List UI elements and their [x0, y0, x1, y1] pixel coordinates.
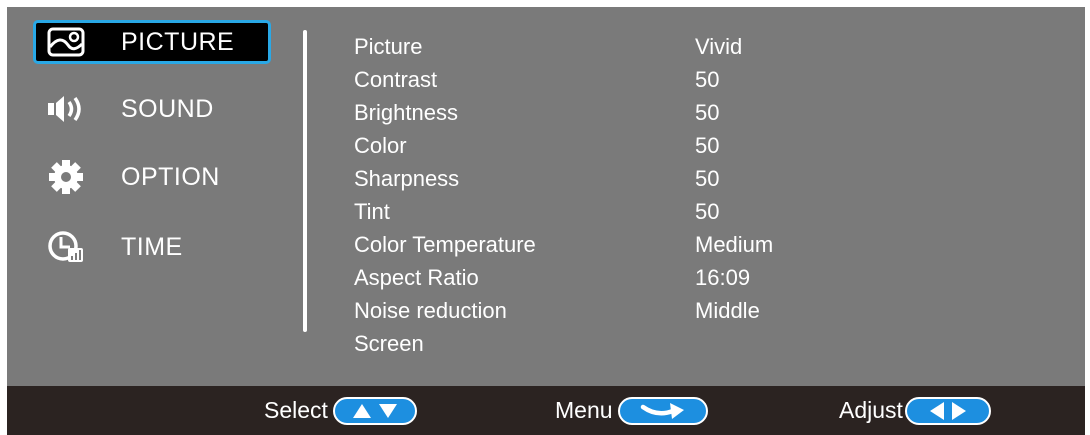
return-arrow-icon: [640, 402, 684, 419]
sidebar-item-time[interactable]: TIME: [33, 225, 271, 269]
setting-row-sharpness[interactable]: Sharpness 50: [354, 162, 773, 195]
setting-label: Tint: [354, 199, 390, 225]
setting-label: Brightness: [354, 99, 458, 125]
setting-row-color-temperature[interactable]: Color Temperature Medium: [354, 229, 773, 262]
setting-row-tint[interactable]: Tint 50: [354, 195, 773, 228]
setting-value: Medium: [695, 232, 774, 258]
sidebar-item-label: OPTION: [121, 162, 220, 191]
setting-value: 50: [695, 132, 720, 158]
setting-label: Aspect Ratio: [354, 265, 479, 291]
arrow-up-icon: [352, 403, 371, 418]
setting-value: 50: [695, 165, 720, 191]
gear-icon: [45, 159, 87, 195]
menu-hint: Menu: [555, 386, 708, 435]
menu-label: Menu: [555, 397, 613, 423]
setting-row-picture[interactable]: Picture Vivid: [354, 30, 773, 63]
arrow-right-icon: [951, 401, 966, 420]
sidebar-item-label: TIME: [121, 232, 183, 261]
setting-value: 50: [695, 199, 720, 225]
speaker-icon: [45, 91, 87, 127]
setting-row-noise-reduction[interactable]: Noise reduction Middle: [354, 295, 773, 328]
setting-label: Color: [354, 132, 407, 158]
divider: [303, 30, 307, 332]
setting-label: Color Temperature: [354, 232, 536, 258]
menu-pill[interactable]: [617, 396, 708, 425]
osd-menu-panel: PICTURE SOUND OPTION TIME Picture Vivid …: [7, 7, 1085, 435]
setting-value: 50: [695, 66, 720, 92]
settings-list: Picture Vivid Contrast 50 Brightness 50 …: [354, 30, 773, 361]
setting-value: Vivid: [695, 33, 743, 59]
setting-label: Contrast: [354, 66, 438, 92]
setting-row-contrast[interactable]: Contrast 50: [354, 63, 773, 96]
setting-label: Noise reduction: [354, 298, 507, 324]
select-hint: Select: [264, 386, 417, 435]
adjust-pill[interactable]: [904, 396, 991, 425]
setting-row-screen[interactable]: Screen: [354, 328, 773, 361]
setting-label: Picture: [354, 33, 423, 59]
adjust-label: Adjust: [839, 397, 903, 423]
setting-row-aspect-ratio[interactable]: Aspect Ratio 16:09: [354, 262, 773, 295]
picture-icon: [45, 24, 87, 60]
setting-row-brightness[interactable]: Brightness 50: [354, 96, 773, 129]
sidebar-item-option[interactable]: OPTION: [33, 155, 271, 199]
arrow-down-icon: [378, 403, 397, 418]
sidebar-item-picture[interactable]: PICTURE: [33, 20, 271, 64]
setting-value: 16:09: [695, 265, 751, 291]
sidebar-item-sound[interactable]: SOUND: [33, 87, 271, 131]
clock-icon: [45, 229, 87, 265]
setting-value: 50: [695, 99, 720, 125]
setting-row-color[interactable]: Color 50: [354, 129, 773, 162]
setting-label: Sharpness: [354, 165, 460, 191]
sidebar-item-label: PICTURE: [121, 27, 235, 56]
setting-value: Middle: [695, 298, 760, 324]
arrow-left-icon: [929, 401, 944, 420]
select-label: Select: [264, 397, 328, 423]
bottom-hint-bar: Select Menu Adjust: [7, 386, 1085, 435]
sidebar-item-label: SOUND: [121, 94, 214, 123]
select-pill[interactable]: [332, 396, 417, 425]
adjust-hint: Adjust: [839, 386, 991, 435]
setting-label: Screen: [354, 331, 424, 357]
